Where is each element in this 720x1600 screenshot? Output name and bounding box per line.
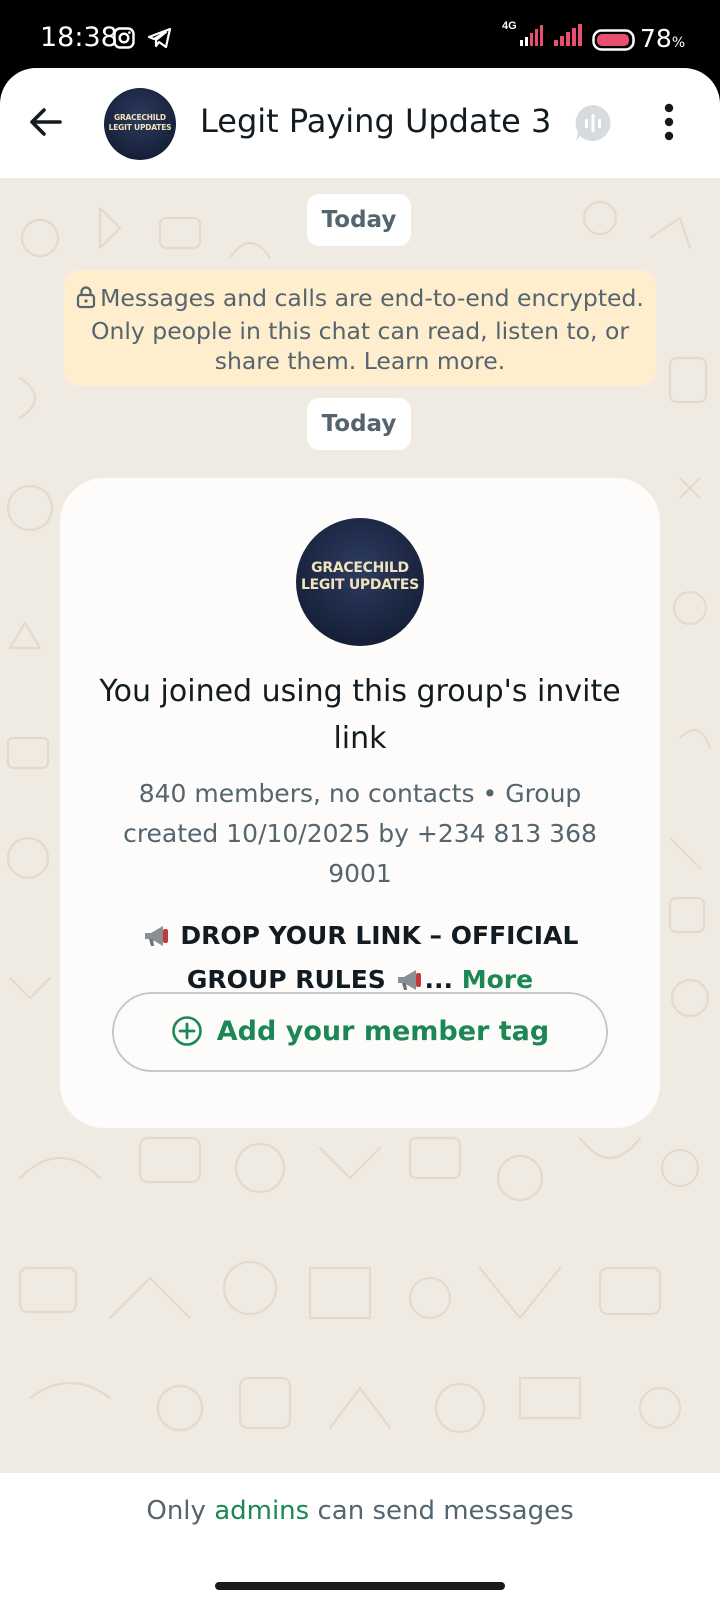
voice-chat-icon[interactable]	[572, 102, 614, 149]
date-chip: Today	[307, 194, 411, 246]
battery-icon	[592, 29, 638, 56]
chat-header: GRACECHILD LEGIT UPDATES Legit Paying Up…	[0, 68, 720, 178]
more-vert-icon[interactable]	[662, 102, 676, 147]
encryption-notice[interactable]: Messages and calls are end-to-end encryp…	[64, 270, 656, 386]
lock-icon	[76, 285, 96, 316]
megaphone-icon	[142, 920, 172, 960]
avatar-text: LEGIT UPDATES	[108, 123, 172, 132]
join-card-subtitle: 840 members, no contacts • Group created…	[123, 779, 597, 888]
admins-link[interactable]: admins	[214, 1496, 309, 1526]
status-time: 18:38	[40, 22, 118, 53]
avatar-text: GRACECHILD	[311, 560, 409, 576]
more-link[interactable]: More	[462, 965, 533, 994]
avatar-text: LEGIT UPDATES	[301, 577, 419, 593]
chat-title[interactable]: Legit Paying Update 3	[200, 102, 551, 140]
group-description: DROP YOUR LINK – OFFICIAL GROUP RULES ..…	[120, 916, 600, 1004]
status-bar: 18:38 4G 78%	[0, 0, 720, 72]
system-nav-bar	[0, 1568, 720, 1600]
admins-only-bar: Only admins can send messages	[0, 1472, 720, 1568]
description-ellipsis: ...	[424, 965, 454, 994]
battery-percent: 78%	[640, 24, 686, 53]
add-circle-icon	[171, 1001, 203, 1077]
admins-only-prefix: Only	[146, 1496, 206, 1526]
add-member-tag-label: Add your member tag	[216, 1016, 550, 1047]
date-chip: Today	[307, 398, 411, 450]
signal-icon	[518, 24, 544, 53]
avatar-text: GRACECHILD	[114, 113, 166, 122]
add-member-tag-button[interactable]: Add your member tag	[112, 992, 608, 1072]
chat-area[interactable]: Today Messages and calls are end-to-end …	[0, 178, 720, 1472]
group-avatar[interactable]: GRACECHILD LEGIT UPDATES	[104, 88, 176, 160]
group-join-card: GRACECHILD LEGIT UPDATES You joined usin…	[60, 478, 660, 1128]
telegram-icon	[147, 27, 173, 54]
group-avatar-large[interactable]: GRACECHILD LEGIT UPDATES	[296, 518, 424, 646]
join-card-title: You joined using this group's invite lin…	[99, 674, 621, 756]
encryption-notice-text: Messages and calls are end-to-end encryp…	[90, 284, 644, 375]
back-arrow-icon[interactable]	[26, 102, 70, 146]
signal-icon	[552, 24, 584, 53]
network-type: 4G	[502, 20, 517, 32]
admins-only-suffix: can send messages	[317, 1496, 574, 1526]
home-gesture-handle[interactable]	[215, 1582, 505, 1590]
instagram-icon	[113, 27, 135, 54]
